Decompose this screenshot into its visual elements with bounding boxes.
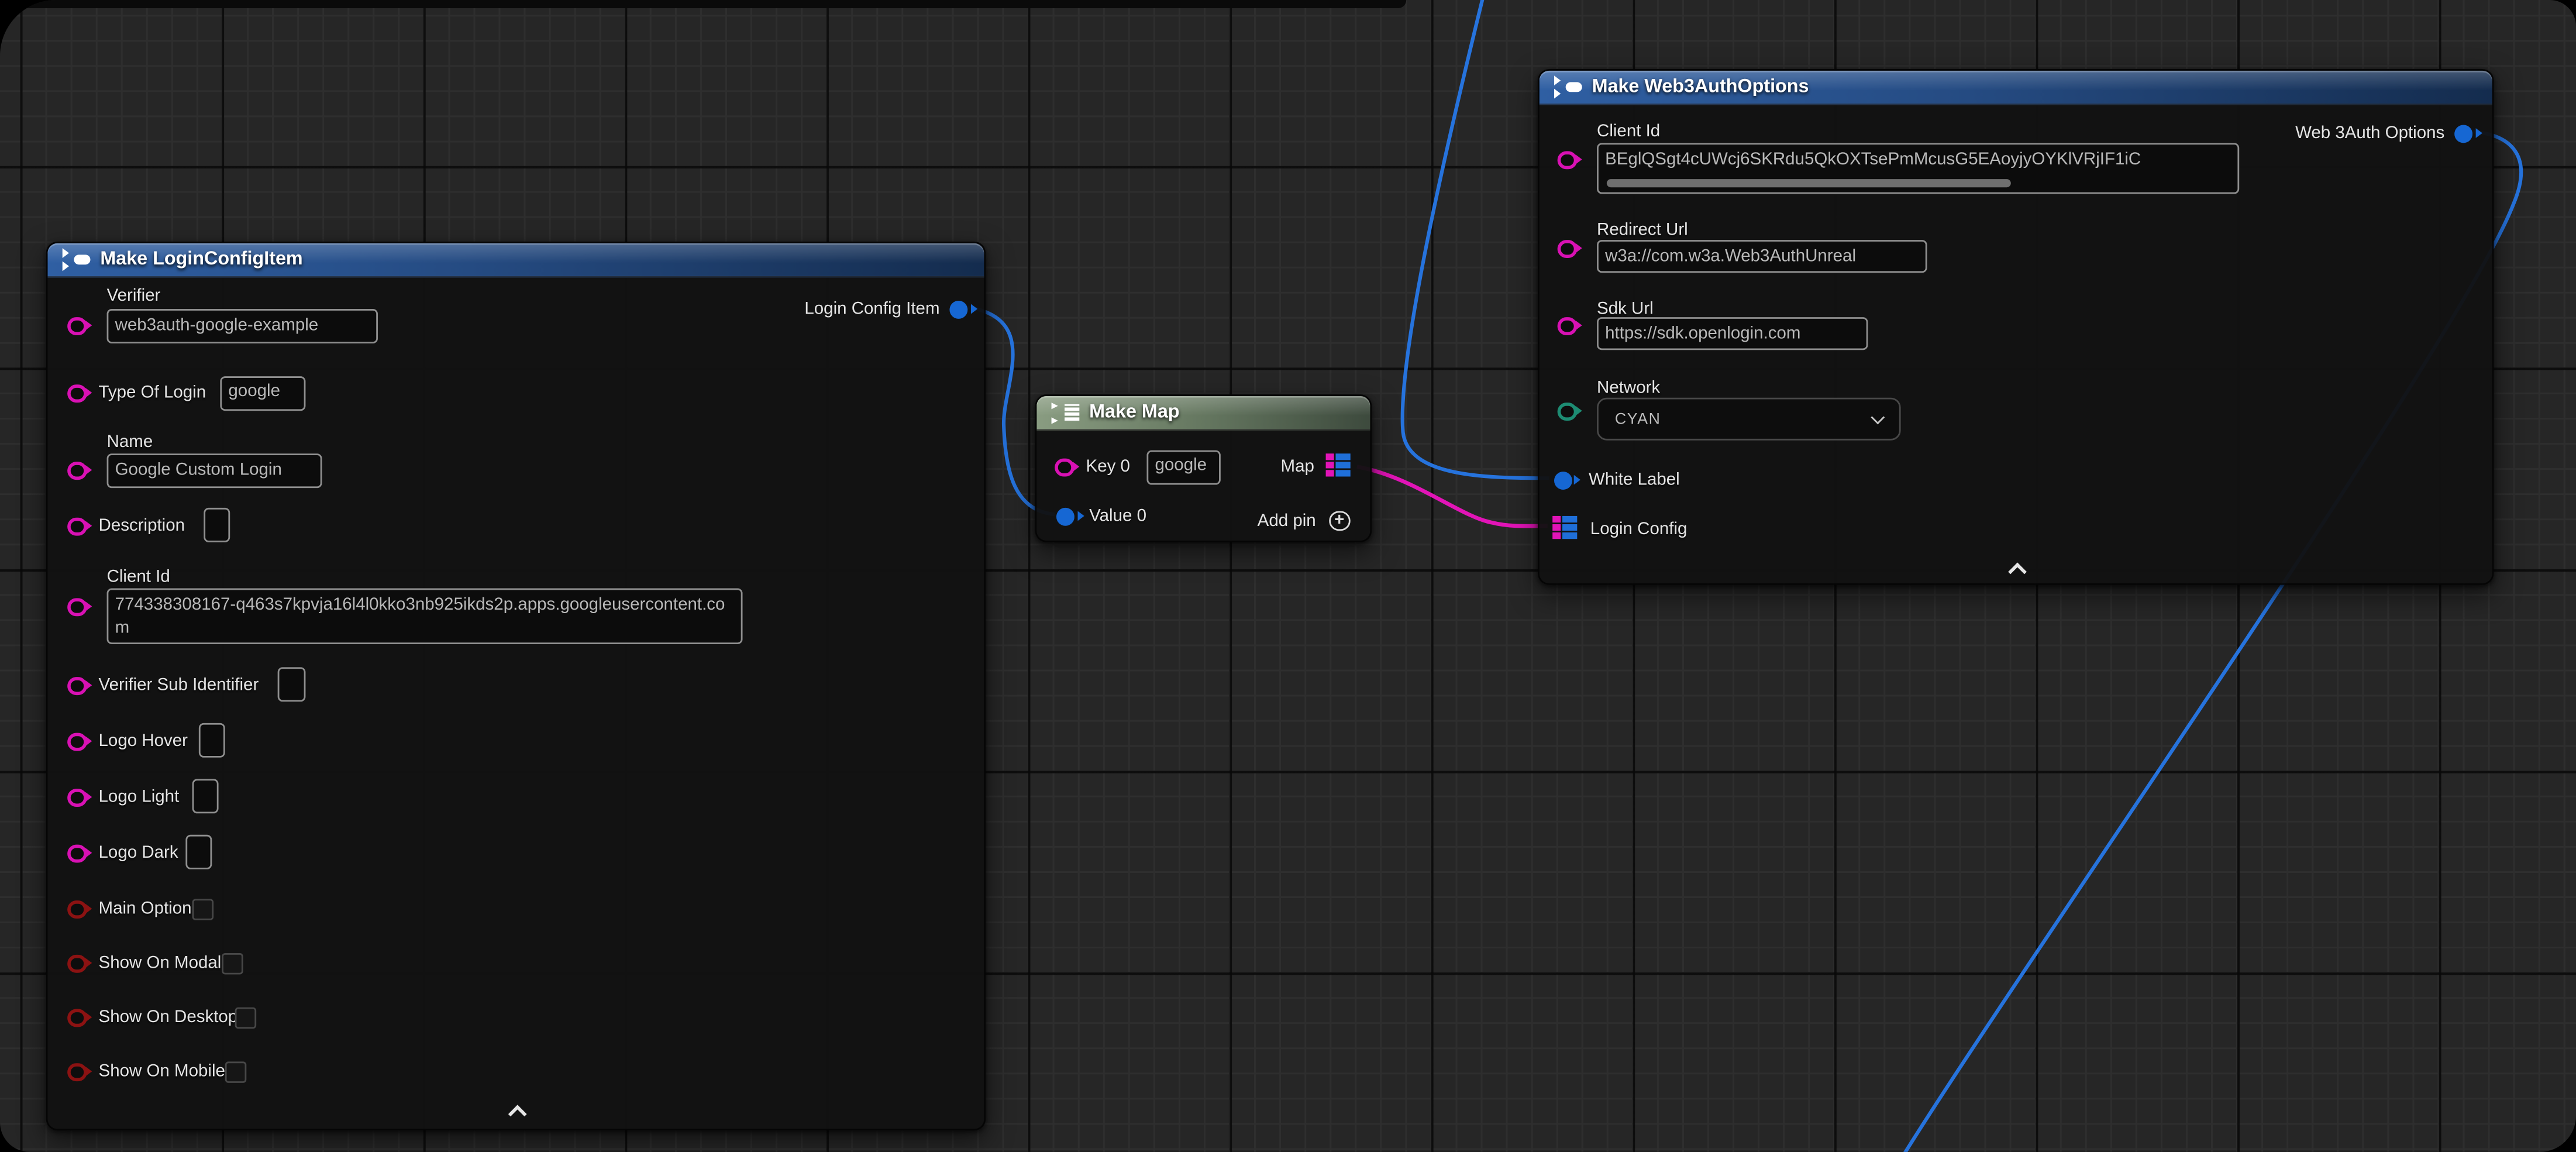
chevron-up-icon <box>2008 563 2027 582</box>
node-title: Make Web3AuthOptions <box>1592 77 1809 97</box>
description-pin[interactable] <box>67 517 86 535</box>
logo-hover-label: Logo Hover <box>99 731 188 751</box>
logo-dark-pin[interactable] <box>67 844 86 862</box>
node-title: Make LoginConfigItem <box>100 250 302 270</box>
add-pin-button[interactable] <box>1329 510 1349 531</box>
main-option-pin[interactable] <box>67 900 86 919</box>
logo-hover-pin[interactable] <box>67 732 86 751</box>
verifier-input[interactable]: web3auth-google-example <box>107 309 378 343</box>
key0-input[interactable]: google <box>1146 449 1220 484</box>
node-header-make-loginconfigitem[interactable]: Make LoginConfigItem <box>47 243 984 278</box>
logo-light-input[interactable] <box>192 779 219 813</box>
blueprint-graph-canvas[interactable]: Make LoginConfigItem Verifier web3auth-g… <box>0 0 2576 1152</box>
verifier-sub-identifier-label: Verifier Sub Identifier <box>99 675 259 695</box>
name-label: Name <box>107 432 153 452</box>
type-of-login-input[interactable]: google <box>220 376 305 410</box>
network-pin[interactable] <box>1558 402 1576 421</box>
name-pin[interactable] <box>67 461 86 480</box>
make-map-icon <box>1052 403 1080 422</box>
node-make-web3authoptions[interactable]: Make Web3AuthOptions Client Id BEglQSgt4… <box>1538 69 2494 585</box>
collapse-node-button[interactable] <box>2011 565 2024 578</box>
client-id-label: Client Id <box>1597 122 1660 142</box>
network-label: Network <box>1597 378 1660 398</box>
show-on-desktop-label: Show On Desktop <box>99 1007 238 1027</box>
node-title: Make Map <box>1089 403 1179 422</box>
show-on-mobile-checkbox[interactable] <box>225 1061 247 1082</box>
client-id-scrollbar[interactable] <box>1607 178 2011 187</box>
white-label-label: White Label <box>1589 470 1680 490</box>
collapse-node-button[interactable] <box>511 1108 524 1120</box>
client-id-pin[interactable] <box>67 597 86 616</box>
main-option-label: Main Option <box>99 899 192 919</box>
show-on-modal-label: Show On Modal <box>99 953 222 973</box>
sdk-url-pin[interactable] <box>1558 317 1576 335</box>
map-output-label: Map <box>1281 457 1314 477</box>
node-make-map[interactable]: Make Map Key 0 google Map Value 0 Add pi… <box>1035 394 1372 542</box>
network-dropdown-value: CYAN <box>1615 410 1661 428</box>
web3auth-options-output-label: Web 3Auth Options <box>2295 123 2444 143</box>
value0-pin[interactable] <box>1056 507 1075 525</box>
show-on-modal-pin[interactable] <box>67 954 86 972</box>
verifier-label: Verifier <box>107 286 161 306</box>
wire-offscreen-top-to-white-label[interactable] <box>1403 0 1549 478</box>
main-option-checkbox[interactable] <box>192 898 214 920</box>
sdk-url-label: Sdk Url <box>1597 299 1654 319</box>
description-label: Description <box>99 516 185 536</box>
show-on-mobile-pin[interactable] <box>67 1062 86 1081</box>
client-id-pin[interactable] <box>1558 150 1576 169</box>
show-on-modal-checkbox[interactable] <box>222 952 243 974</box>
type-of-login-pin[interactable] <box>67 384 86 403</box>
verifier-pin[interactable] <box>67 317 86 335</box>
value0-label: Value 0 <box>1089 506 1146 526</box>
logo-light-pin[interactable] <box>67 788 86 807</box>
login-config-item-output-label: Login Config Item <box>804 299 939 319</box>
logo-light-label: Logo Light <box>99 787 180 807</box>
sdk-url-input[interactable]: https://sdk.openlogin.com <box>1597 317 1868 350</box>
show-on-desktop-checkbox[interactable] <box>235 1006 257 1028</box>
show-on-mobile-label: Show On Mobile <box>99 1061 225 1081</box>
map-output-pin[interactable] <box>1326 453 1351 477</box>
logo-dark-input[interactable] <box>185 835 212 869</box>
redirect-url-label: Redirect Url <box>1597 220 1688 240</box>
client-id-label: Client Id <box>107 567 170 587</box>
name-input[interactable]: Google Custom Login <box>107 453 322 488</box>
key0-pin[interactable] <box>1055 458 1073 476</box>
show-on-desktop-pin[interactable] <box>67 1008 86 1027</box>
redirect-url-pin[interactable] <box>1558 239 1576 258</box>
login-config-pin[interactable] <box>1552 516 1578 539</box>
redirect-url-input[interactable]: w3a://com.w3a.Web3AuthUnreal <box>1597 240 1927 273</box>
node-header-make-web3authoptions[interactable]: Make Web3AuthOptions <box>1540 71 2492 105</box>
make-struct-icon <box>1554 77 1582 98</box>
wire-map-output-to-login-config[interactable] <box>1357 467 1548 527</box>
login-config-item-output-pin[interactable] <box>949 300 967 318</box>
white-label-pin[interactable] <box>1554 471 1572 489</box>
type-of-login-label: Type Of Login <box>99 383 206 403</box>
web3auth-options-output-pin[interactable] <box>2454 124 2472 142</box>
logo-hover-input[interactable] <box>199 723 225 758</box>
key0-label: Key 0 <box>1086 457 1130 477</box>
client-id-input[interactable]: 774338308167-q463s7kpvja16l4l0kko3nb925i… <box>107 589 743 644</box>
verifier-sub-identifier-input[interactable] <box>278 667 306 701</box>
description-input[interactable] <box>204 508 230 542</box>
node-header-make-map[interactable]: Make Map <box>1036 396 1370 431</box>
client-id-input[interactable]: BEglQSgt4cUWcj6SKRdu5QkOXTsePmMcusG5EAoy… <box>1597 143 2239 194</box>
node-make-loginconfigitem[interactable]: Make LoginConfigItem Verifier web3auth-g… <box>46 242 986 1130</box>
network-dropdown[interactable]: CYAN <box>1597 398 1901 441</box>
logo-dark-label: Logo Dark <box>99 843 178 863</box>
chevron-up-icon <box>508 1105 527 1123</box>
login-config-label: Login Config <box>1590 520 1688 539</box>
chevron-down-icon <box>1871 410 1885 424</box>
blueprint-editor: Make LoginConfigItem Verifier web3auth-g… <box>0 0 2576 1152</box>
make-struct-icon <box>63 249 91 271</box>
verifier-sub-identifier-pin[interactable] <box>67 676 86 695</box>
add-pin-label: Add pin <box>1258 511 1316 531</box>
